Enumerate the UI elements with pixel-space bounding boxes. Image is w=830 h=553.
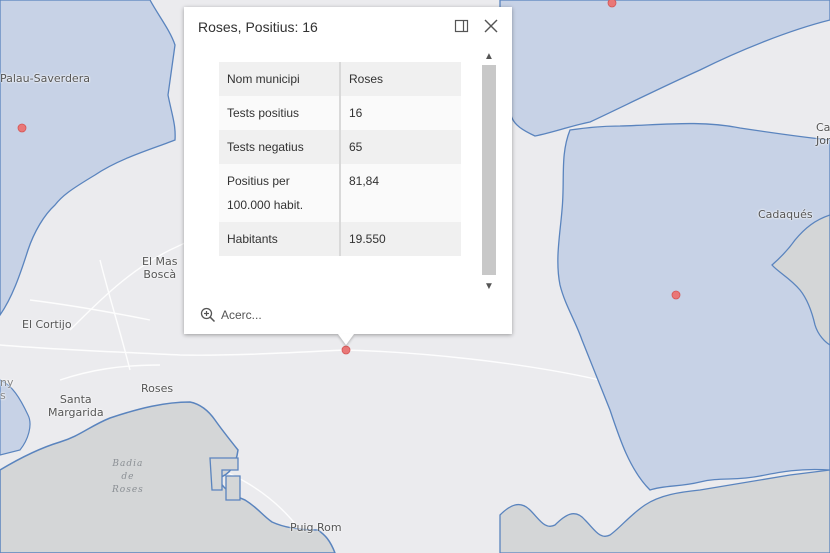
attribute-value: 65 xyxy=(340,130,461,164)
municipality-marker-north[interactable] xyxy=(607,0,617,8)
table-row: Tests negatius 65 xyxy=(219,130,461,164)
table-row: Habitants 19.550 xyxy=(219,222,461,256)
popup-pointer xyxy=(338,334,354,345)
dock-icon[interactable] xyxy=(454,18,470,34)
attribute-value: 16 xyxy=(340,96,461,130)
municipality-marker-palau[interactable] xyxy=(17,123,27,133)
zoom-in-icon xyxy=(200,307,216,323)
zoom-to-button[interactable]: Acerc... xyxy=(200,307,262,323)
place-label-cadaques: Cadaqués xyxy=(758,208,813,221)
attribute-key: Positius per 100.000 habit. xyxy=(219,164,341,222)
place-label-santa-margarida: Santa Margarida xyxy=(48,393,104,419)
table-row: Nom municipi Roses xyxy=(219,62,461,96)
attribute-value: 19.550 xyxy=(340,222,461,256)
table-row: Positius per 100.000 habit. 81,84 xyxy=(219,164,461,222)
water-label-badia-roses: Badia de Roses xyxy=(112,459,144,495)
municipality-marker-cadaques[interactable] xyxy=(671,290,681,300)
place-label-edge-left: ny s xyxy=(0,376,14,402)
place-label-el-mas-bosca: El Mas Boscà xyxy=(142,255,178,281)
scrollbar-thumb[interactable] xyxy=(482,65,496,275)
place-label-cala-jonca: Ca Jone xyxy=(816,121,830,147)
place-label-el-cortijo: El Cortijo xyxy=(22,318,72,331)
attribute-key: Tests positius xyxy=(219,96,341,130)
close-icon[interactable] xyxy=(482,17,500,35)
attribute-key: Habitants xyxy=(219,222,341,256)
place-label-palau-saverdera: Palau-Saverdera xyxy=(0,72,90,85)
scroll-up-button[interactable]: ▲ xyxy=(482,50,496,64)
zoom-to-label: Acerc... xyxy=(221,308,262,322)
popup-title: Roses, Positius: 16 xyxy=(198,19,318,35)
place-label-roses: Roses xyxy=(141,382,174,395)
table-row: Tests positius 16 xyxy=(219,96,461,130)
attribute-key: Tests negatius xyxy=(219,130,341,164)
municipality-marker-roses[interactable] xyxy=(341,345,351,355)
attribute-table: Nom municipi Roses Tests positius 16 Tes… xyxy=(219,62,461,256)
attribute-value: 81,84 xyxy=(340,164,461,222)
attribute-key: Nom municipi xyxy=(219,62,341,96)
scroll-down-button[interactable]: ▼ xyxy=(482,280,496,294)
attribute-value: Roses xyxy=(340,62,461,96)
place-label-puig-rom: Puig Rom xyxy=(290,521,342,534)
feature-popup: Roses, Positius: 16 Nom municipi Roses T… xyxy=(184,7,512,334)
